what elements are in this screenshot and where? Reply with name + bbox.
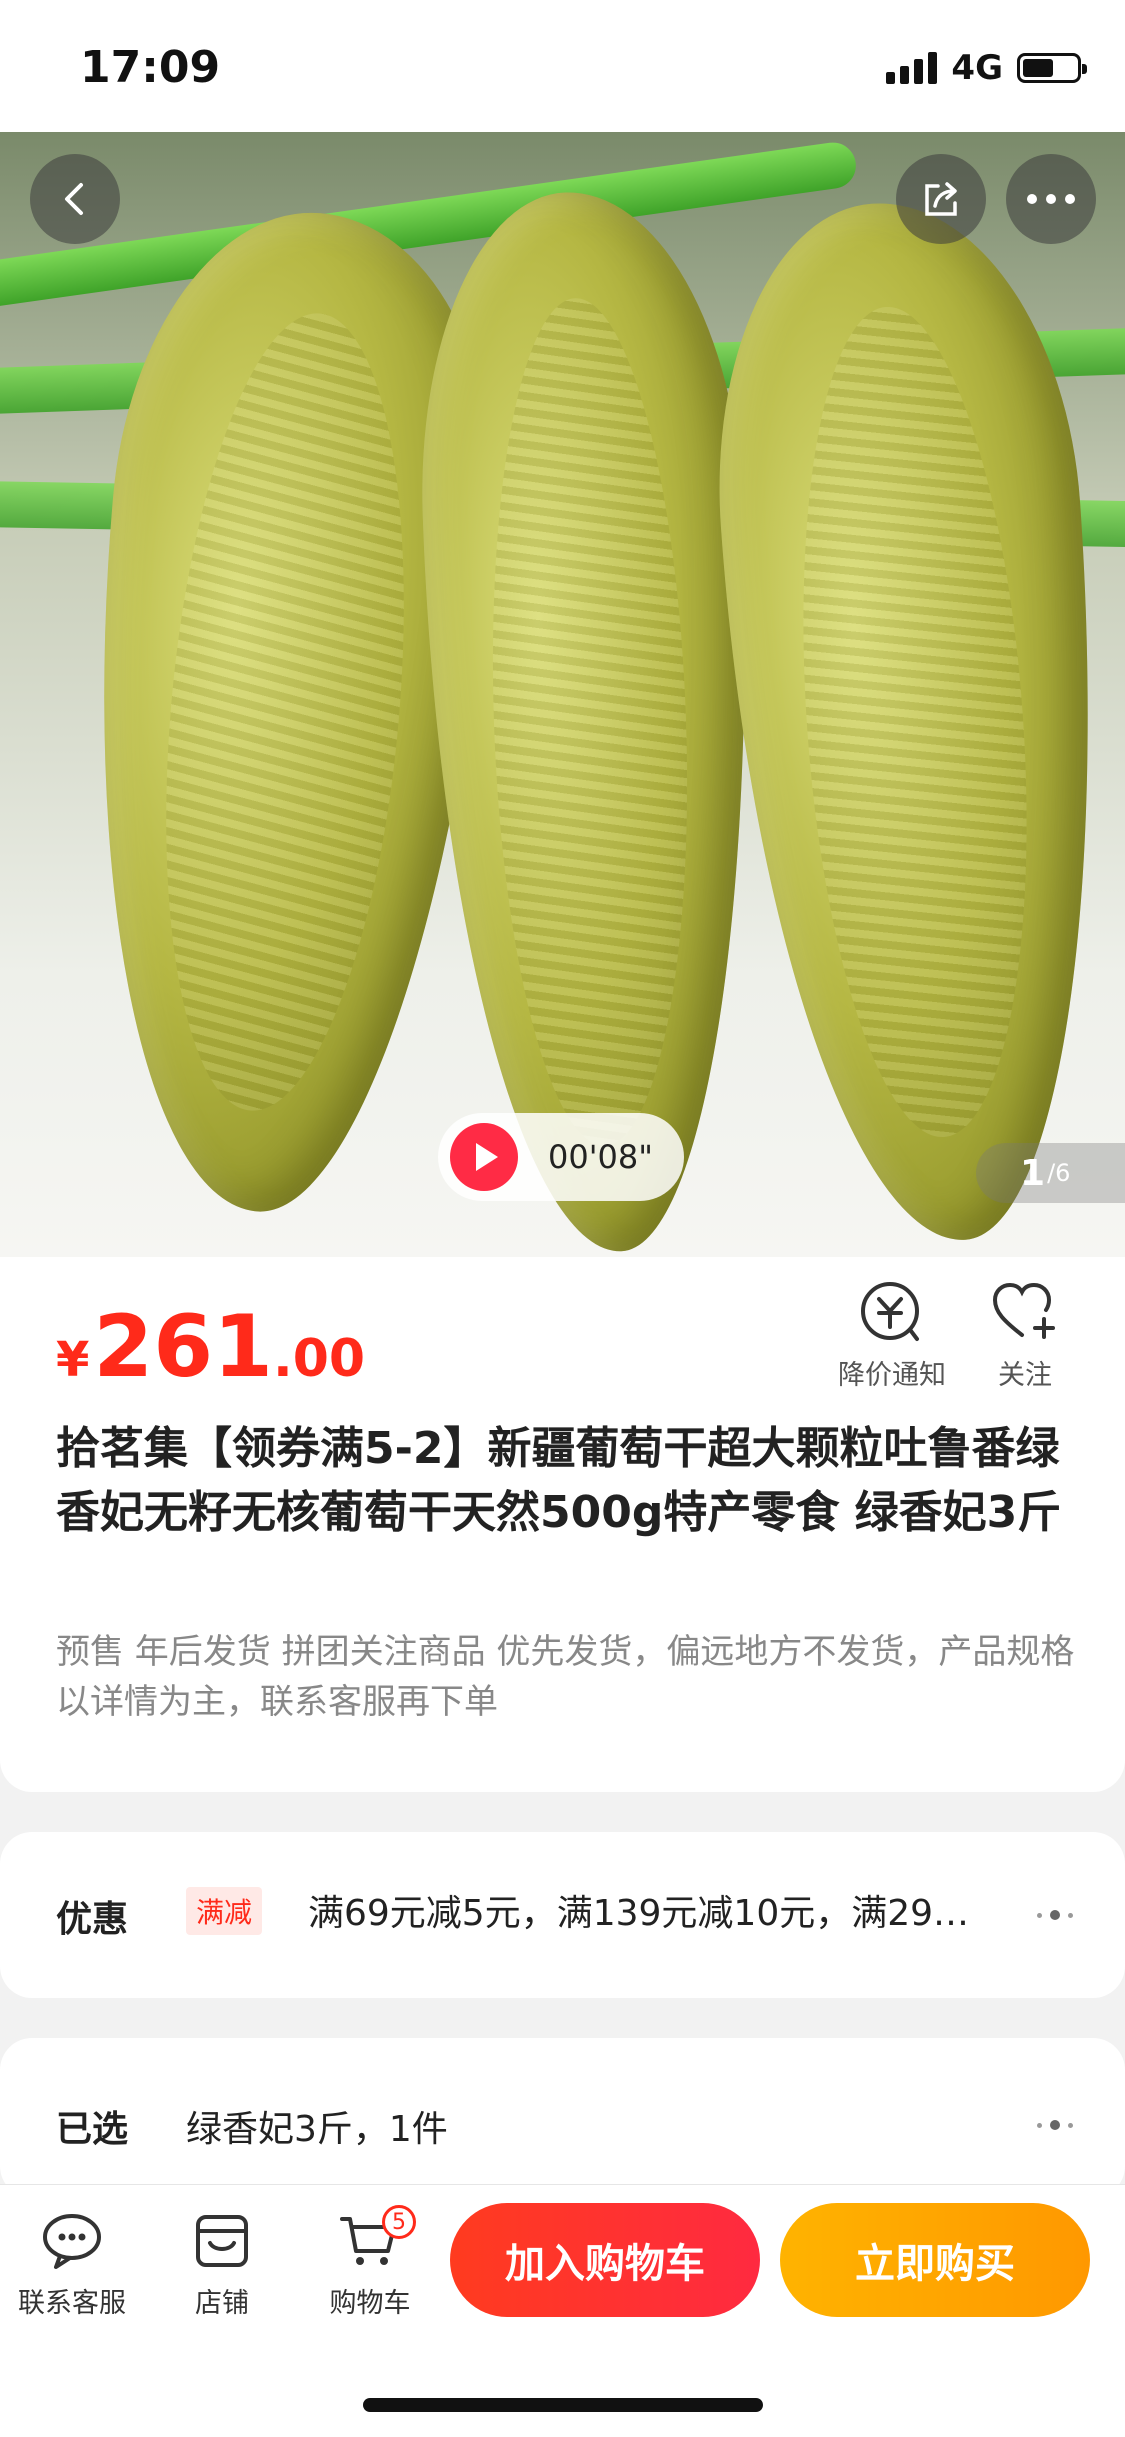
- store-label: 店铺: [195, 2288, 249, 2319]
- store-icon: [196, 2215, 248, 2267]
- follow-label: 关注: [998, 1360, 1052, 1391]
- buy-now-button[interactable]: 立即购买: [780, 2203, 1090, 2317]
- status-bar: 17:09 4G: [0, 0, 1125, 132]
- promo-text: 满69元减5元，满139元减10元，满299元减20元: [308, 1893, 988, 1934]
- total-pages: /6: [1047, 1159, 1071, 1187]
- more-dots-icon: [1037, 2120, 1073, 2130]
- customer-service-button[interactable]: 联系客服: [2, 2211, 142, 2320]
- price-alert-button[interactable]: 降价通知: [838, 1279, 946, 1392]
- battery-icon: [1017, 53, 1087, 83]
- price: ¥ 261 .00: [56, 1297, 365, 1397]
- promo-row[interactable]: 优惠 满减 满69元减5元，满139元减10元，满299元减20元: [0, 1832, 1125, 1998]
- price-integer: 261: [93, 1297, 273, 1397]
- back-button[interactable]: [30, 154, 120, 244]
- add-to-cart-button[interactable]: 加入购物车: [450, 2203, 760, 2317]
- promo-label: 优惠: [56, 1899, 129, 1940]
- product-info-card: ¥ 261 .00 降价通知 关注 拾茗集【领券满5-2】新疆葡萄干超大颗粒吐鲁…: [0, 1257, 1125, 1792]
- chevron-left-icon: [65, 183, 83, 215]
- selected-value: 绿香妃3斤，1件: [186, 2109, 448, 2150]
- chat-icon: [43, 2214, 101, 2269]
- status-time: 17:09: [80, 42, 221, 93]
- promo-tag: 满减: [186, 1887, 263, 1935]
- customer-service-label: 联系客服: [18, 2288, 126, 2319]
- product-title: 拾茗集【领券满5-2】新疆葡萄干超大颗粒吐鲁番绿香妃无籽无核葡萄干天然500g特…: [56, 1423, 1062, 1538]
- product-image-raisin: [411, 186, 769, 1257]
- share-icon: [925, 182, 957, 216]
- gallery-page-indicator: 1 /6: [976, 1143, 1125, 1203]
- signal-icon: [886, 52, 938, 84]
- store-button[interactable]: 店铺: [152, 2211, 292, 2320]
- product-gallery[interactable]: [0, 132, 1125, 1257]
- price-alert-icon: [861, 1282, 919, 1341]
- cart-count-badge: 5: [382, 2205, 416, 2239]
- current-page: 1: [1020, 1152, 1046, 1194]
- video-duration: 00'08": [548, 1138, 653, 1176]
- cart-button[interactable]: 5 购物车: [300, 2205, 440, 2320]
- follow-button[interactable]: 关注: [990, 1279, 1060, 1392]
- heart-plus-icon: [992, 1282, 1055, 1339]
- more-button[interactable]: [1006, 154, 1096, 244]
- selected-spec-row[interactable]: 已选 绿香妃3斤，1件: [0, 2038, 1125, 2198]
- share-button[interactable]: [896, 154, 986, 244]
- video-play-button[interactable]: 00'08": [438, 1113, 684, 1201]
- cart-label: 购物车: [329, 2288, 411, 2319]
- price-currency: ¥: [56, 1332, 90, 1388]
- selected-label: 已选: [56, 2109, 129, 2150]
- price-decimal: .00: [272, 1329, 366, 1389]
- home-indicator[interactable]: [363, 2398, 763, 2412]
- more-dots-icon: [1037, 1910, 1073, 1920]
- network-label: 4G: [951, 48, 1003, 88]
- status-icons: 4G: [886, 48, 1087, 88]
- play-icon: [450, 1123, 518, 1191]
- price-alert-label: 降价通知: [838, 1360, 946, 1391]
- more-icon: [1027, 194, 1075, 204]
- product-subtitle: 预售 年后发货 拼团关注商品 优先发货，偏远地方不发货，产品规格以详情为主，联系…: [56, 1632, 1075, 1722]
